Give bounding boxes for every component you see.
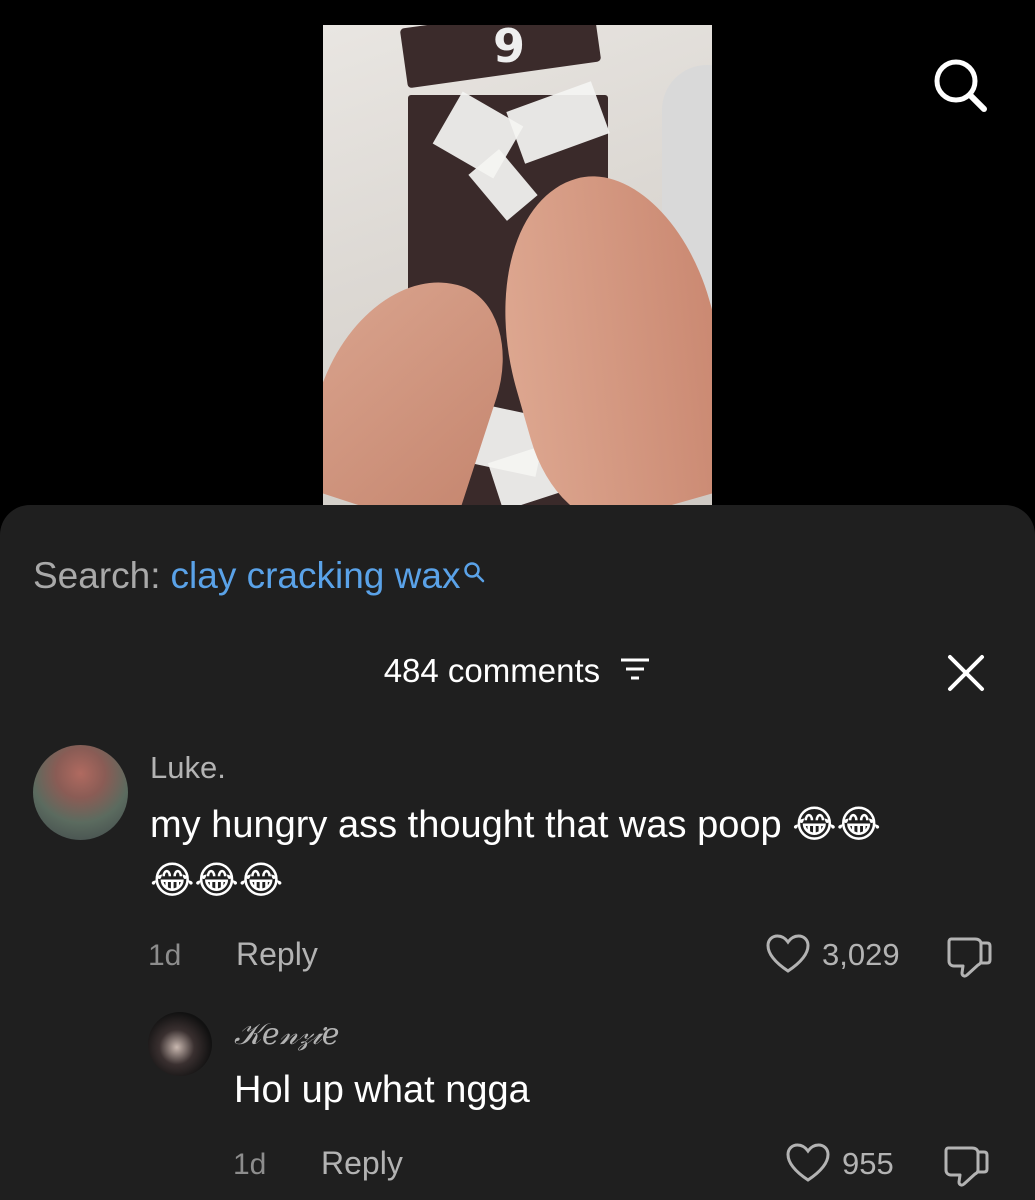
comments-count-row: 484 comments: [0, 652, 1035, 690]
reply-button[interactable]: Reply: [321, 1145, 403, 1182]
dislike-icon[interactable]: [942, 1144, 990, 1193]
comment-text: Hol up what ngga: [234, 1069, 530, 1111]
comment-text: my hungry ass thought that was poop 😂😂: [150, 804, 881, 846]
close-icon: [948, 655, 984, 691]
search-query-link[interactable]: clay cracking wax: [171, 555, 461, 596]
search-icon: [462, 551, 486, 593]
comments-count: 484 comments: [383, 652, 601, 689]
comments-sheet: Search: clay cracking wax 484 comments Lu…: [0, 505, 1035, 1200]
search-icon: [934, 59, 987, 112]
related-search[interactable]: Search: clay cracking wax: [33, 555, 486, 597]
avatar[interactable]: [148, 1012, 212, 1076]
close-button[interactable]: [946, 653, 986, 693]
comment-username[interactable]: 𝒦𝑒𝓃𝓏𝒾𝑒: [234, 1017, 339, 1052]
avatar[interactable]: [33, 745, 128, 840]
heart-icon[interactable]: [765, 933, 811, 980]
comment-age: 1d: [148, 939, 182, 972]
filter-icon[interactable]: [619, 652, 651, 690]
video-preview[interactable]: 9: [323, 25, 712, 505]
like-count: 955: [842, 1146, 894, 1181]
comment-age: 1d: [233, 1148, 267, 1181]
like-count: 3,029: [822, 937, 900, 972]
heart-icon[interactable]: [785, 1142, 831, 1189]
dislike-icon[interactable]: [945, 935, 993, 984]
video-overlay-number: 9: [493, 25, 526, 73]
reply-button[interactable]: Reply: [236, 936, 318, 973]
search-prefix: Search:: [33, 555, 161, 596]
comment-text-continued: 😂😂😂: [150, 860, 284, 902]
comment-username[interactable]: Luke.: [150, 750, 226, 786]
search-button[interactable]: [930, 55, 990, 115]
